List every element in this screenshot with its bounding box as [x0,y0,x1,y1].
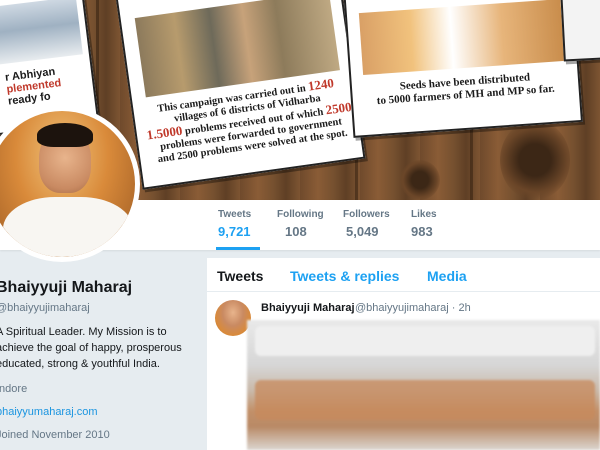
nav-stat-followers[interactable]: Followers 5,049 [343,209,390,241]
profile-name[interactable]: Bhaiyyuji Maharaj [0,278,132,298]
banner-card-left-caption: r Abhiyan plemented ready fo [4,61,98,108]
nav-stat-tweets[interactable]: Tweets 9,721 [216,209,260,250]
banner-photo-ceremony [358,0,565,76]
profile-joined-date: Joined November 2010 [0,429,110,441]
tweet-blurred-content [247,320,600,450]
tab-tweets[interactable]: Tweets [217,267,263,285]
active-tab-underline [216,247,260,250]
stat-label: Followers [343,209,390,220]
tweet-item[interactable]: Bhaiyyuji Maharaj @bhaiyyujimaharaj · 2h [207,292,600,450]
blur-band [255,326,595,356]
profile-location: Indore [0,383,28,395]
banner-photo-crowd [0,0,83,66]
stat-label: Likes [411,209,437,220]
stat-value: 983 [411,224,433,239]
stat-label: Following [277,209,324,220]
wood-knot [500,120,570,200]
timeline-panel: Tweets Tweets & replies Media Bhaiyyuji … [207,258,600,450]
caption-number: 1240 [306,75,335,94]
timeline-tabs: Tweets Tweets & replies Media [207,258,600,292]
banner-card-campaign: This campaign was carried out in 1240 vi… [115,0,366,190]
avatar-hair [37,123,93,147]
banner-card-seeds: Seeds have been distributed to 5000 farm… [343,0,583,138]
banner-card-edge [560,0,600,62]
nav-stat-likes[interactable]: Likes 983 [411,209,437,241]
profile-website-link[interactable]: bhaiyyumaharaj.com [0,405,98,419]
wood-knot [400,160,440,200]
tweet-author-name[interactable]: Bhaiyyuji Maharaj [261,301,355,315]
stat-value: 9,721 [218,224,251,239]
caption-number: 2500 [324,98,353,118]
banner-seeds-text: Seeds have been distributed to 5000 farm… [358,68,573,109]
nav-stat-following[interactable]: Following 108 [277,209,324,241]
profile-bio: A Spiritual Leader. My Mission is to ach… [0,326,182,370]
stat-label: Tweets [218,209,252,220]
tweet-author-handle[interactable]: @bhaiyyujimaharaj · 2h [355,301,471,315]
tab-media[interactable]: Media [427,267,467,285]
blur-band [255,380,595,420]
profile-handle[interactable]: @bhaiyyujimaharaj [0,301,90,315]
tab-tweets-and-replies[interactable]: Tweets & replies [290,267,399,285]
stat-value: 5,049 [346,224,379,239]
tweet-author-avatar[interactable] [215,300,251,336]
stat-value: 108 [285,224,307,239]
avatar-shirt [3,197,133,257]
